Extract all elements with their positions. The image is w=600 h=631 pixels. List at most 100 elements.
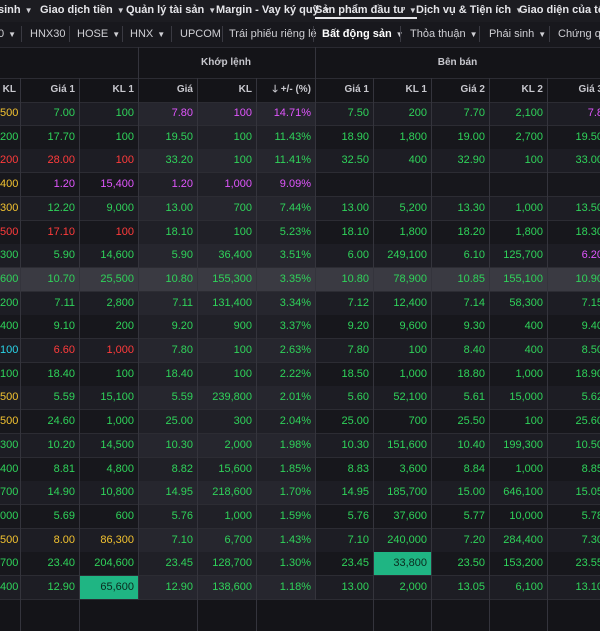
col-header-bid-vol2[interactable]: KL 2 — [0, 78, 20, 119]
table-row[interactable]: 100 6.60 1,000 7.80 100 2.63% 7.80 100 8.40 400 8.… — [0, 339, 600, 363]
cell-ask-price1: 18.90 — [341, 130, 369, 143]
cell-ask-price2: 5.61 — [463, 391, 485, 404]
table-row[interactable]: 500 24.60 1,000 25.00 300 2.04% 25.00 700 25.50 1… — [0, 410, 600, 435]
col-header-ask-price1[interactable]: Giá 1 — [315, 78, 373, 102]
table-row[interactable]: 200 7.11 2,800 7.11 131,400 3.34% 7.12 12,400 7.… — [0, 291, 600, 316]
col-header-ask-price3[interactable]: Giá 3 — [547, 78, 600, 102]
col-header-bid-price1[interactable]: Giá 1 — [20, 78, 79, 102]
column-divider — [79, 78, 80, 631]
cell-ask-vol2: 2,100 — [515, 107, 543, 119]
cell-ask-vol2: 2,700 — [515, 130, 543, 143]
table-row[interactable]: 700 14.90 10,800 14.95 218,600 1.70% 14.95 185,… — [0, 481, 600, 506]
tab-hnx30[interactable]: HNX30 — [30, 28, 65, 40]
nav-item-asset-management[interactable]: Quản lý tài sản ▼ — [126, 4, 216, 16]
tab-upcom[interactable]: UPCOM — [180, 28, 221, 40]
tab-divider — [122, 26, 123, 42]
col-header-match-price[interactable]: Giá — [138, 78, 197, 102]
table-row[interactable]: 300 12.20 9,000 13.00 700 7.44% 13.00 5,200 13.3… — [0, 196, 600, 221]
tab-private-bonds[interactable]: Trái phiếu riêng lẻ — [229, 28, 317, 40]
cell-bid-vol1: 14,600 — [100, 249, 134, 262]
tab-label: Bất động sản — [322, 28, 392, 40]
cell-ask-vol1: 1,000 — [399, 367, 427, 380]
cell-ask-vol2: 100 — [524, 415, 543, 428]
cell-bid-vol2: 300 — [0, 249, 19, 262]
table-row[interactable]: 600 10.70 25,500 10.80 155,300 3.35% 10.80 78,9… — [0, 267, 600, 292]
table-row[interactable]: 400 12.90 65,600 12.90 138,600 1.18% 13.00 2,00… — [0, 576, 600, 600]
tab-hnx[interactable]: HNX ▼ — [130, 28, 165, 40]
cell-ask-price2: 18.80 — [457, 367, 485, 380]
cell-ask-price1: 5.76 — [347, 509, 369, 522]
table-row[interactable]: 200 17.70 100 19.50 100 11.43% 18.90 1,800 19.00… — [0, 125, 600, 150]
cell-ask-price3: 7.15 — [581, 296, 600, 309]
tab-negotiated[interactable]: Thỏa thuận ▼ — [410, 28, 478, 40]
col-header-ask-vol1[interactable]: KL 1 — [373, 78, 431, 102]
group-header-matched: Khớp lệnh — [201, 57, 251, 68]
cell-bid-price1: 12.90 — [47, 581, 75, 593]
cell-change-pct: 2.63% — [256, 339, 315, 362]
table-row[interactable]: 300 5.90 14,600 5.90 36,400 3.51% 6.00 249,100 6… — [0, 244, 600, 269]
cell-ask-price2: 10.40 — [457, 438, 485, 451]
nav-item-trading[interactable]: sinh ▼ — [0, 4, 33, 16]
table-row[interactable]: 700 23.40 204,600 23.45 128,700 1.30% 23.45 33,… — [0, 552, 600, 577]
cell-match-price: 18.10 — [138, 220, 197, 244]
column-divider — [373, 78, 374, 631]
column-divider — [489, 78, 490, 631]
tab-real-estate[interactable]: Bất động sản▼ — [322, 28, 404, 40]
market-tabs: 0 ▼ HNX30 HOSE ▼ HNX ▼ UPCOM Trái phiếu riê… — [0, 22, 600, 48]
cell-ask-price1: 32.50 — [341, 154, 369, 167]
tab-derivatives[interactable]: Phái sinh ▼ — [489, 28, 546, 40]
nav-item-margin[interactable]: Margin - Vay ký quỹ ▼ — [216, 4, 331, 16]
tab-label: UPCOM — [180, 28, 221, 40]
cell-ask-vol1: 400 — [408, 154, 427, 167]
cell-change-pct: 1.70% — [256, 481, 315, 505]
cell-ask-vol1: 2,000 — [399, 581, 427, 593]
cell-ask-price3: 15.05 — [575, 486, 600, 499]
table-row[interactable]: 500 7.00 100 7.80 100 14.71% 7.50 200 7.70 2,100 7… — [0, 102, 600, 126]
nav-item-cash-transactions[interactable]: Giao dịch tiền ▼ — [40, 4, 125, 16]
cell-change-pct: 1.98% — [256, 433, 315, 457]
cell-bid-vol1: 25,500 — [100, 272, 134, 285]
cell-bid-price1: 8.81 — [53, 462, 75, 475]
cell-bid-vol2: 700 — [0, 557, 19, 570]
nav-item-investment-products[interactable]: Sản phẩm đầu tư ▼ — [315, 4, 417, 19]
table-row[interactable]: 300 10.20 14,500 10.30 2,000 1.98% 10.30 151,60… — [0, 433, 600, 458]
cell-match-vol: 138,600 — [197, 576, 256, 599]
table-row[interactable]: 500 5.59 15,100 5.59 239,800 2.01% 5.60 52,100 5… — [0, 386, 600, 411]
cell-ask-price3: 5.78 — [581, 509, 600, 522]
column-divider — [138, 47, 139, 600]
tab-label: 0 — [0, 28, 5, 40]
tab-0[interactable]: 0 ▼ — [0, 28, 16, 40]
cell-change-pct: 11.43% — [256, 125, 315, 149]
col-header-change-pct[interactable]: 🡓 +/- (%) — [256, 78, 315, 102]
table-row[interactable]: 400 1.20 15,400 1.20 1,000 9.09% — [0, 173, 600, 198]
nav-item-services[interactable]: Dịch vụ & Tiện ích ▼ — [416, 4, 523, 16]
cell-ask-price1: 14.95 — [341, 486, 369, 499]
nav-item-label: Giao diện của tôi — [519, 4, 600, 16]
cell-ask-vol2: 58,300 — [509, 296, 543, 309]
col-header-ask-price2[interactable]: Giá 2 — [431, 78, 489, 102]
cell-ask-vol1: 185,700 — [387, 486, 427, 499]
table-row[interactable]: 500 17.10 100 18.10 100 5.23% 18.10 1,800 18.20 1… — [0, 220, 600, 245]
table-row[interactable]: 400 9.10 200 9.20 900 3.37% 9.20 9,600 9.30 400 9.… — [0, 315, 600, 340]
table-row[interactable]: 200 28.00 100 33.20 100 11.41% 32.50 400 32.90 10… — [0, 149, 600, 174]
nav-item-my-interface[interactable]: Giao diện của tôi▼ — [519, 4, 600, 16]
cell-change-pct: 3.37% — [256, 315, 315, 339]
table-row[interactable]: 400 8.81 4,800 8.82 15,600 1.85% 8.83 3,600 8.84… — [0, 457, 600, 482]
tab-warrants[interactable]: Chứng quy — [558, 28, 600, 40]
table-row[interactable]: 500 8.00 86,300 7.10 6,700 1.43% 7.10 240,000 7.… — [0, 528, 600, 553]
cell-match-vol: 1,000 — [197, 504, 256, 528]
col-header-bid-vol1[interactable]: KL 1 — [79, 78, 138, 102]
cell-ask-price2: 5.77 — [463, 509, 485, 522]
cell-ask-price3: 13.10 — [575, 581, 600, 593]
cell-match-price: 12.90 — [138, 576, 197, 599]
cell-bid-price1: 12.20 — [47, 201, 75, 214]
cell-ask-price1: 7.10 — [347, 533, 369, 546]
table-row[interactable]: 000 5.69 600 5.76 1,000 1.59% 5.76 37,600 5.77 10… — [0, 504, 600, 529]
tab-hose[interactable]: HOSE ▼ — [77, 28, 120, 40]
col-header-ask-vol2[interactable]: KL 2 — [489, 78, 547, 102]
table-row[interactable]: 100 18.40 100 18.40 100 2.22% 18.50 1,000 18.80 1… — [0, 362, 600, 387]
cell-match-vol: 6,700 — [197, 528, 256, 552]
col-header-match-vol[interactable]: KL — [197, 78, 256, 102]
cell-bid-vol1: 65,600 — [79, 576, 138, 599]
tab-label: Chứng quy — [558, 28, 600, 40]
